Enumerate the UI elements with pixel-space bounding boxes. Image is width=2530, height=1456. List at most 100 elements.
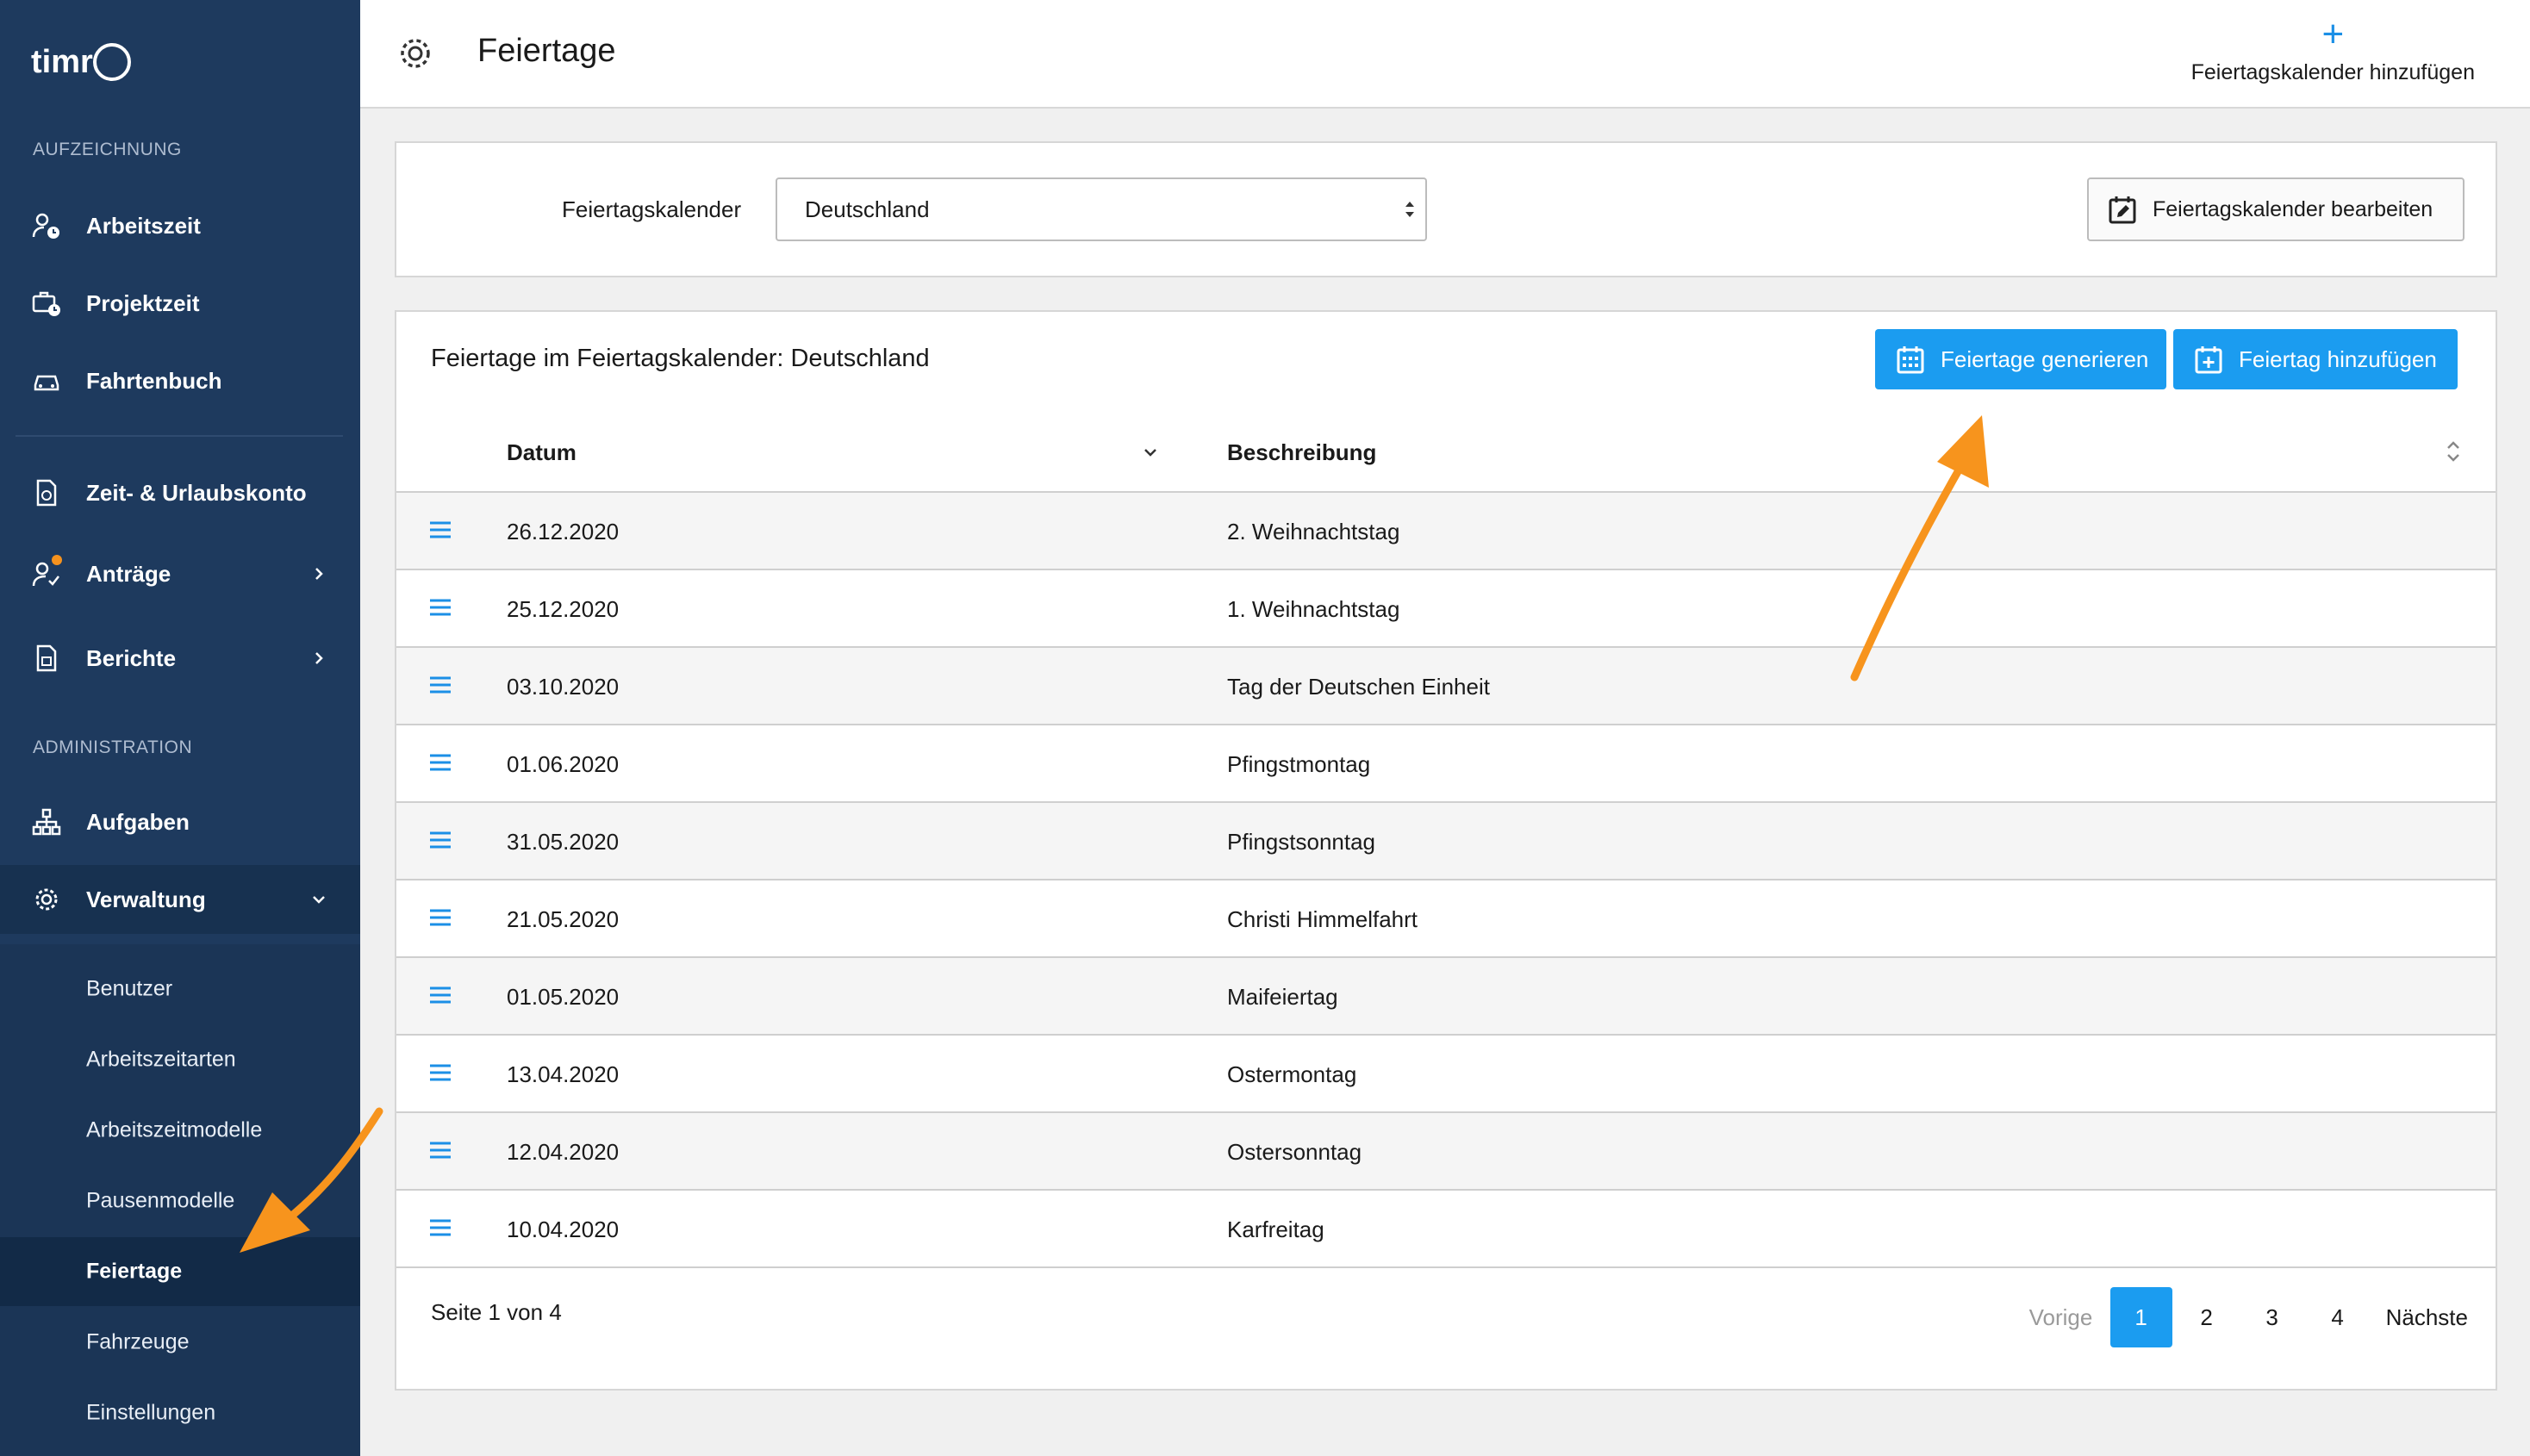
- row-description: Pfingstmontag: [1227, 751, 1371, 777]
- column-header-date[interactable]: Datum: [507, 439, 576, 466]
- pagination-page-3[interactable]: 3: [2241, 1287, 2303, 1347]
- menu-icon[interactable]: [429, 598, 452, 617]
- plus-icon: +: [2321, 13, 2345, 55]
- column-header-description[interactable]: Beschreibung: [1227, 439, 1376, 466]
- document-clock-icon: [31, 477, 62, 508]
- row-date: 01.05.2020: [507, 984, 620, 1010]
- menu-icon[interactable]: [429, 675, 452, 694]
- sort-desc-icon[interactable]: [1141, 443, 1160, 462]
- add-holiday-button[interactable]: Feiertag hinzufügen: [2173, 329, 2458, 389]
- sidebar-item-arbeitszeit[interactable]: Arbeitszeit: [0, 191, 360, 260]
- briefcase-clock-icon: [31, 288, 62, 319]
- timr-logo[interactable]: timr: [31, 38, 143, 86]
- sidebar-subitem-label: Pausenmodelle: [86, 1188, 235, 1213]
- sidebar-subitem-arbeitszeitarten[interactable]: Arbeitszeitarten: [0, 1025, 360, 1094]
- row-date: 26.12.2020: [507, 519, 620, 544]
- add-holiday-label: Feiertag hinzufügen: [2239, 345, 2437, 372]
- generate-holidays-button[interactable]: Feiertage generieren: [1875, 329, 2166, 389]
- sidebar-item-aufgaben[interactable]: Aufgaben: [0, 787, 360, 856]
- row-description: 2. Weihnachtstag: [1227, 519, 1400, 544]
- sidebar-item-projektzeit[interactable]: Projektzeit: [0, 269, 360, 338]
- row-description: Pfingstsonntag: [1227, 829, 1376, 855]
- menu-icon[interactable]: [429, 908, 452, 927]
- sort-both-icon[interactable]: [2444, 438, 2463, 465]
- row-date: 03.10.2020: [507, 674, 620, 700]
- chevron-down-icon: [313, 896, 325, 904]
- menu-icon[interactable]: [429, 831, 452, 849]
- table-row[interactable]: 31.05.2020 Pfingstsonntag: [396, 803, 2496, 880]
- pagination-next[interactable]: Nächste: [2386, 1287, 2468, 1347]
- sidebar-subitem-einstellungen[interactable]: Einstellungen: [0, 1378, 360, 1447]
- sidebar-item-antraege[interactable]: Anträge: [0, 539, 360, 608]
- row-date: 13.04.2020: [507, 1061, 620, 1087]
- table-row[interactable]: 26.12.2020 2. Weihnachtstag: [396, 493, 2496, 570]
- table-row[interactable]: 13.04.2020 Ostermontag: [396, 1036, 2496, 1113]
- row-date: 12.04.2020: [507, 1139, 620, 1165]
- add-calendar-button[interactable]: + Feiertagskalender hinzufügen: [2191, 16, 2475, 85]
- sidebar-item-label: Anträge: [86, 560, 171, 587]
- annotation-arrow-icon: [240, 1107, 383, 1253]
- sidebar-item-berichte[interactable]: Berichte: [0, 624, 360, 693]
- sidebar-subitem-benutzer[interactable]: Benutzer: [0, 955, 360, 1024]
- pagination-page-2[interactable]: 2: [2176, 1287, 2238, 1347]
- row-date: 10.04.2020: [507, 1216, 620, 1242]
- menu-icon[interactable]: [429, 1218, 452, 1237]
- table-row[interactable]: 01.06.2020 Pfingstmontag: [396, 725, 2496, 803]
- pagination-page-1[interactable]: 1: [2109, 1287, 2172, 1347]
- calendar-grid-icon: [1897, 346, 1924, 374]
- sidebar-item-verwaltung[interactable]: Verwaltung: [0, 865, 360, 934]
- calendar-select[interactable]: Deutschland: [776, 177, 1427, 241]
- sidebar-subitem-label: Fahrzeuge: [86, 1329, 190, 1354]
- table-row[interactable]: 12.04.2020 Ostersonntag: [396, 1113, 2496, 1191]
- notification-dot: [52, 555, 62, 565]
- row-description: Maifeiertag: [1227, 984, 1338, 1010]
- sidebar-subitem-label: Benutzer: [86, 976, 173, 1001]
- sidebar-item-fahrtenbuch[interactable]: Fahrtenbuch: [0, 346, 360, 415]
- sidebar-item-label: Arbeitszeit: [86, 212, 201, 239]
- row-date: 31.05.2020: [507, 829, 620, 855]
- gear-icon: [401, 39, 430, 68]
- menu-icon[interactable]: [429, 986, 452, 1005]
- holidays-card: Feiertage im Feiertagskalender: Deutschl…: [395, 310, 2497, 1391]
- table-row[interactable]: 25.12.2020 1. Weihnachtstag: [396, 570, 2496, 648]
- edit-calendar-label: Feiertagskalender bearbeiten: [2153, 196, 2433, 221]
- table-header: Datum Beschreibung: [396, 408, 2496, 493]
- add-calendar-label: Feiertagskalender hinzufügen: [2190, 60, 2475, 84]
- sidebar-subitem-label: Einstellungen: [86, 1400, 216, 1425]
- sidebar-item-label: Zeit- & Urlaubskonto: [86, 479, 307, 506]
- sidebar-item-zeitkonto[interactable]: Zeit- & Urlaubskonto: [0, 458, 360, 527]
- row-date: 25.12.2020: [507, 596, 620, 622]
- sidebar-divider: [16, 435, 343, 437]
- edit-calendar-button[interactable]: Feiertagskalender bearbeiten: [2087, 177, 2465, 241]
- sidebar-subitem-label: Arbeitszeitarten: [86, 1047, 236, 1072]
- row-date: 01.06.2020: [507, 751, 620, 777]
- report-icon: [31, 643, 62, 674]
- menu-icon[interactable]: [429, 520, 452, 539]
- calendar-plus-icon: [2195, 346, 2222, 374]
- sidebar-item-label: Fahrtenbuch: [86, 367, 222, 394]
- menu-icon[interactable]: [429, 1063, 452, 1082]
- gear-icon: [31, 884, 62, 915]
- table-row[interactable]: 10.04.2020 Karfreitag: [396, 1191, 2496, 1268]
- row-date: 21.05.2020: [507, 906, 620, 932]
- sidebar-item-label: Verwaltung: [86, 886, 206, 912]
- calendar-edit-icon: [2109, 196, 2136, 224]
- menu-icon[interactable]: [429, 1141, 452, 1160]
- row-description: Ostermontag: [1227, 1061, 1357, 1087]
- menu-icon[interactable]: [429, 753, 452, 772]
- table-row[interactable]: 03.10.2020 Tag der Deutschen Einheit: [396, 648, 2496, 725]
- row-description: Christi Himmelfahrt: [1227, 906, 1418, 932]
- chevron-right-icon: [315, 568, 323, 580]
- annotation-arrow-icon: [1850, 415, 1989, 681]
- pagination-page-4[interactable]: 4: [2307, 1287, 2369, 1347]
- pagination-prev[interactable]: Vorige: [2029, 1287, 2107, 1347]
- generate-holidays-label: Feiertage generieren: [1941, 345, 2149, 372]
- hierarchy-icon: [31, 806, 62, 837]
- sidebar-item-label: Berichte: [86, 644, 177, 671]
- select-arrows-icon: [1405, 202, 1414, 217]
- sidebar-subitem-fahrzeuge[interactable]: Fahrzeuge: [0, 1308, 360, 1377]
- row-description: 1. Weihnachtstag: [1227, 596, 1400, 622]
- table-row[interactable]: 01.05.2020 Maifeiertag: [396, 958, 2496, 1036]
- table-row[interactable]: 21.05.2020 Christi Himmelfahrt: [396, 880, 2496, 958]
- calendar-select-value: Deutschland: [805, 196, 930, 222]
